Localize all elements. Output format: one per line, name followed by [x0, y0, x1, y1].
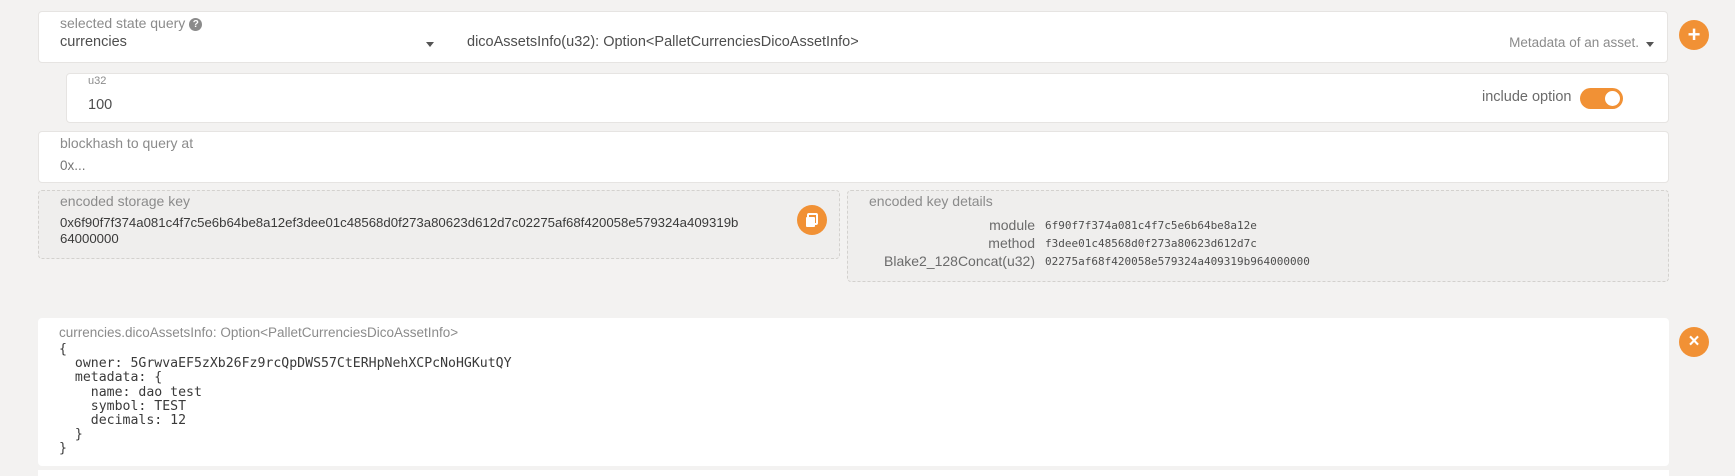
- blockhash-label: blockhash to query at: [60, 135, 194, 151]
- result-line: }: [59, 427, 83, 443]
- toggle-knob: [1605, 91, 1620, 106]
- plus-icon: +: [1687, 22, 1701, 47]
- detail-row-hasher: Blake2_128Concat(u32) 02275af68f420058e5…: [848, 253, 1668, 271]
- result-line: name: dao test: [59, 384, 202, 400]
- param-card: u32 100 include option: [66, 73, 1669, 123]
- encoded-storage-key-panel: encoded storage key 0x6f90f7f374a081c4f7…: [38, 190, 840, 259]
- encoded-storage-key-label: encoded storage key: [60, 193, 190, 209]
- result-line: decimals: 12: [59, 413, 187, 429]
- method-description: Metadata of an asset.: [1509, 35, 1639, 50]
- module-value: currencies: [60, 34, 127, 50]
- result-line: symbol: TEST: [59, 398, 187, 414]
- detail-key: method: [988, 235, 1035, 251]
- detail-value: 02275af68f420058e579324a409319b964000000: [1045, 255, 1310, 268]
- detail-key: module: [989, 217, 1035, 233]
- detail-row-method: method f3dee01c48568d0f273a80623d612d7c: [848, 235, 1668, 253]
- copy-icon: [806, 213, 818, 227]
- encoded-key-details-label: encoded key details: [869, 193, 993, 209]
- encoded-storage-key-line2: 64000000: [60, 231, 119, 246]
- blockhash-input[interactable]: [60, 155, 1640, 175]
- encoded-storage-key-line1: 0x6f90f7f374a081c4f7c5e6b64be8a12ef3dee0…: [60, 215, 739, 230]
- query-selector-card: selected state query? currencies dicoAss…: [38, 11, 1668, 63]
- encoded-key-details-panel: encoded key details module 6f90f7f374a08…: [847, 190, 1669, 282]
- blockhash-card: blockhash to query at: [38, 131, 1669, 183]
- result-label: currencies.dicoAssetsInfo: Option<Pallet…: [59, 325, 459, 340]
- param-type-label: u32: [88, 75, 107, 87]
- next-card-edge: [38, 470, 1669, 476]
- include-option-label: include option: [1482, 89, 1572, 105]
- add-query-button[interactable]: +: [1679, 20, 1709, 50]
- result-line: owner: 5GrwvaEF5zXb26Fz9rcQpDWS57CtERHpN…: [59, 356, 512, 372]
- param-value-input[interactable]: 100: [88, 97, 112, 113]
- result-line: metadata: {: [59, 370, 163, 386]
- copy-key-button[interactable]: [797, 205, 827, 235]
- method-value: dicoAssetsInfo(u32): Option<PalletCurren…: [467, 34, 859, 50]
- chevron-down-icon: [1646, 42, 1654, 47]
- method-dropdown[interactable]: dicoAssetsInfo(u32): Option<PalletCurren…: [459, 12, 1667, 62]
- query-result-card: currencies.dicoAssetsInfo: Option<Pallet…: [38, 318, 1669, 466]
- detail-key: Blake2_128Concat(u32): [884, 253, 1035, 269]
- chevron-down-icon: [426, 42, 434, 47]
- result-value: { owner: 5GrwvaEF5zXb26Fz9rcQpDWS57CtERH…: [59, 342, 512, 457]
- detail-row-module: module 6f90f7f374a081c4f7c5e6b64be8a12e: [848, 217, 1668, 235]
- close-icon: ×: [1688, 331, 1700, 352]
- detail-value: f3dee01c48568d0f273a80623d612d7c: [1045, 237, 1257, 250]
- result-line: }: [59, 441, 67, 457]
- detail-value: 6f90f7f374a081c4f7c5e6b64be8a12e: [1045, 219, 1257, 232]
- result-line: {: [59, 342, 67, 357]
- module-dropdown[interactable]: currencies: [39, 12, 439, 62]
- remove-query-button[interactable]: ×: [1679, 327, 1709, 357]
- include-option-toggle[interactable]: [1580, 88, 1623, 109]
